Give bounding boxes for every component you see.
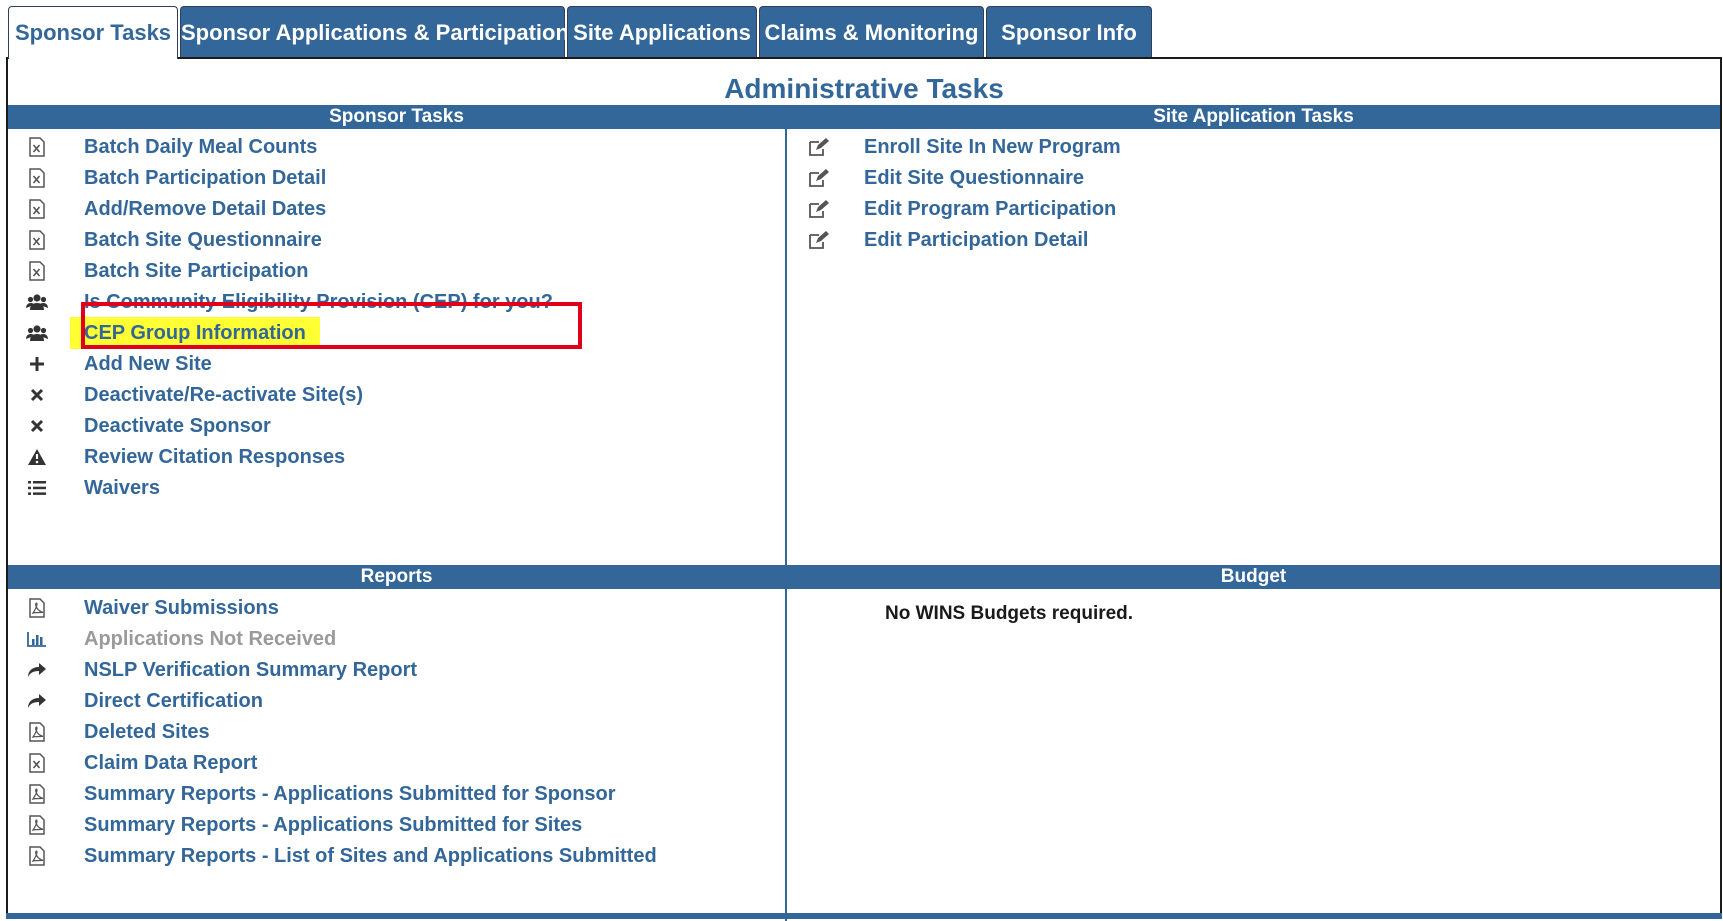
add-remove-detail-dates-link[interactable]: Add/Remove Detail Dates [84,197,326,221]
site-application-tasks-header: Site Application Tasks [787,105,1720,129]
warning-icon [26,446,48,468]
edit-icon [808,229,830,251]
share-arrow-icon [26,659,48,681]
review-citation-responses-link[interactable]: Review Citation Responses [84,445,345,469]
summary-reports-sponsor-link[interactable]: Summary Reports - Applications Submitted… [84,782,616,806]
deactivate-reactivate-sites-link[interactable]: Deactivate/Re-activate Site(s) [84,383,363,407]
admin-tasks-panel: Administrative Tasks Sponsor Tasks Site … [6,57,1722,921]
edit-program-participation-link[interactable]: Edit Program Participation [864,197,1116,221]
list-icon [26,477,48,499]
enroll-site-in-new-program-link[interactable]: Enroll Site In New Program [864,135,1121,159]
waiver-submissions-link[interactable]: Waiver Submissions [84,596,279,620]
pdf-file-icon [26,845,48,867]
claim-data-report-link[interactable]: Claim Data Report [84,751,257,775]
excel-file-icon [26,136,48,158]
cep-group-information-link[interactable]: CEP Group Information [74,321,316,345]
tab-claims-monitoring[interactable]: Claims & Monitoring [759,6,984,58]
close-icon [26,384,48,406]
summary-reports-sites-link[interactable]: Summary Reports - Applications Submitted… [84,813,582,837]
excel-file-icon [26,752,48,774]
pdf-file-icon [26,783,48,805]
reports-header: Reports [8,565,785,589]
applications-not-received-link[interactable]: Applications Not Received [84,627,336,651]
sponsor-tasks-list: Batch Daily Meal Counts Batch Participat… [26,132,766,512]
batch-participation-detail-link[interactable]: Batch Participation Detail [84,166,326,190]
deactivate-sponsor-link[interactable]: Deactivate Sponsor [84,414,271,438]
tab-sponsor-info[interactable]: Sponsor Info [986,6,1152,58]
edit-icon [808,167,830,189]
pdf-file-icon [26,597,48,619]
users-icon [26,291,48,313]
batch-daily-meal-counts-link[interactable]: Batch Daily Meal Counts [84,135,317,159]
users-icon [26,322,48,344]
excel-file-icon [26,229,48,251]
batch-site-questionnaire-link[interactable]: Batch Site Questionnaire [84,228,322,252]
tab-sponsor-tasks[interactable]: Sponsor Tasks [8,6,178,59]
page-title: Administrative Tasks [724,73,1004,104]
summary-reports-list-of-sites-link[interactable]: Summary Reports - List of Sites and Appl… [84,844,657,868]
reports-list: Waiver Submissions Applications Not Rece… [26,593,766,883]
excel-file-icon [26,198,48,220]
tab-sponsor-applications-participation[interactable]: Sponsor Applications & Participation [180,6,569,58]
direct-certification-link[interactable]: Direct Certification [84,689,263,713]
close-icon [26,415,48,437]
excel-file-icon [26,167,48,189]
edit-site-questionnaire-link[interactable]: Edit Site Questionnaire [864,166,1084,190]
bottom-border [6,913,1722,919]
site-application-tasks-list: Enroll Site In New Program Edit Site Que… [808,132,1688,272]
add-new-site-link[interactable]: Add New Site [84,352,212,376]
deleted-sites-link[interactable]: Deleted Sites [84,720,210,744]
edit-participation-detail-link[interactable]: Edit Participation Detail [864,228,1088,252]
tab-site-applications[interactable]: Site Applications [567,6,757,58]
waivers-link[interactable]: Waivers [84,476,160,500]
budget-message: No WINS Budgets required. [885,603,1134,624]
batch-site-participation-link[interactable]: Batch Site Participation [84,259,309,283]
column-divider [785,105,787,921]
sponsor-tasks-header: Sponsor Tasks [8,105,785,129]
edit-icon [808,136,830,158]
is-cep-for-you-link[interactable]: Is Community Eligibility Provision (CEP)… [84,290,553,314]
plus-icon [26,353,48,375]
budget-header: Budget [787,565,1720,589]
edit-icon [808,198,830,220]
excel-file-icon [26,260,48,282]
bar-chart-icon [26,628,48,650]
pdf-file-icon [26,721,48,743]
nslp-verification-summary-report-link[interactable]: NSLP Verification Summary Report [84,658,417,682]
share-arrow-icon [26,690,48,712]
pdf-file-icon [26,814,48,836]
